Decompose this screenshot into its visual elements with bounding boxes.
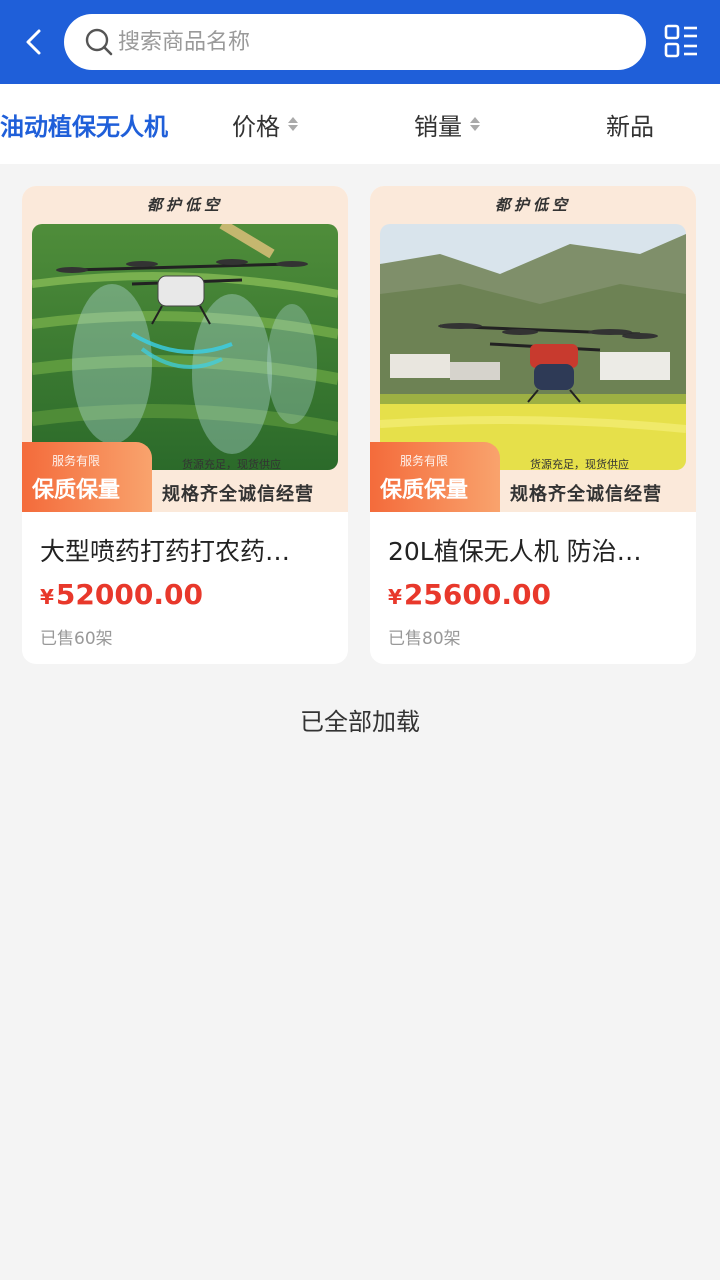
tab-sales[interactable]: 销量	[414, 84, 480, 164]
sold-count: 已售60架	[40, 629, 113, 649]
tab-category-label: 油动植保无人机	[0, 112, 168, 141]
badge-small-text: 服务有限	[52, 454, 101, 468]
drone-rapeseed-field-photo	[380, 224, 686, 470]
slogan-text: 规格齐全诚信经营	[162, 484, 314, 505]
all-loaded-text: 已全部加载	[300, 708, 420, 736]
tab-newest[interactable]: 新品	[606, 84, 654, 164]
supply-text: 货源充足，现货供应	[530, 458, 629, 471]
sort-arrows-icon	[288, 117, 298, 131]
service-badge: 服务有限 保质保量	[370, 442, 500, 512]
chevron-left-icon	[26, 29, 41, 55]
product-title: 大型喷药打药打农药…	[40, 537, 291, 566]
currency-symbol: ¥	[388, 585, 402, 609]
product-image: 都护低空 服务有限 保质保量 货源充足，现货供应 规格齐全诚信经营	[22, 186, 348, 512]
slogan-text: 规格齐全诚信经营	[510, 484, 662, 505]
sold-count: 已售80架	[388, 629, 461, 649]
product-image: 都护低空 服务有限 保质保量 货源充足，现货供应 规格齐全诚信经营	[370, 186, 696, 512]
product-price: ¥52000.00	[40, 578, 203, 611]
service-badge: 服务有限 保质保量	[22, 442, 152, 512]
back-button[interactable]	[14, 22, 54, 62]
search-bar[interactable]	[64, 14, 646, 70]
price-value: 25600.00	[403, 578, 551, 611]
search-input[interactable]	[118, 29, 598, 55]
list-view-icon[interactable]	[664, 24, 698, 60]
sort-bar: 油动植保无人机 价格 销量 新品	[0, 84, 720, 164]
price-value: 52000.00	[55, 578, 203, 611]
product-card[interactable]: 都护低空	[22, 186, 348, 664]
drone-tea-field-photo	[32, 224, 338, 470]
tab-price[interactable]: 价格	[232, 84, 298, 164]
brand-banner: 都护低空	[146, 196, 223, 214]
badge-small-text: 服务有限	[400, 454, 449, 468]
tab-sales-label: 销量	[414, 112, 462, 141]
badge-big-text: 保质保量	[380, 478, 469, 503]
product-title: 20L植保无人机 防治…	[388, 537, 642, 566]
product-price: ¥25600.00	[388, 578, 551, 611]
badge-big-text: 保质保量	[32, 478, 121, 503]
sort-arrows-icon	[470, 117, 480, 131]
tab-category[interactable]: 油动植保无人机	[0, 84, 200, 164]
tab-price-label: 价格	[232, 112, 280, 141]
tab-newest-label: 新品	[606, 112, 654, 141]
supply-text: 货源充足，现货供应	[182, 458, 281, 471]
top-bar	[0, 0, 720, 84]
currency-symbol: ¥	[40, 585, 54, 609]
brand-banner: 都护低空	[494, 196, 571, 214]
search-icon	[85, 28, 113, 56]
product-card[interactable]: 都护低空	[370, 186, 696, 664]
